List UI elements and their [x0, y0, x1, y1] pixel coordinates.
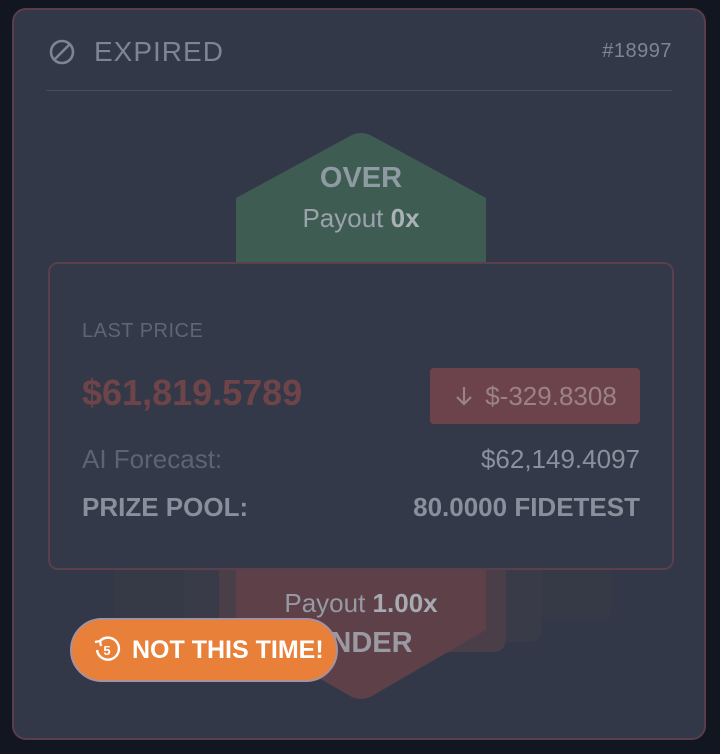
arrow-down-icon — [456, 387, 472, 406]
status-label: EXPIRED — [94, 36, 224, 67]
countdown-5-icon: 5 — [94, 636, 121, 661]
ban-icon — [49, 39, 75, 65]
result-toast[interactable]: 5 NOT THIS TIME! — [70, 618, 338, 682]
under-payout: Payout 1.00x — [236, 588, 486, 619]
round-id: #18997 — [602, 40, 672, 62]
last-price-label: LAST PRICE — [82, 320, 204, 342]
price-delta-badge: $-329.8308 — [430, 368, 640, 424]
prize-pool-value: 80.0000 FIDETEST — [413, 492, 640, 522]
over-label: OVER — [319, 162, 403, 194]
toast-label: NOT THIS TIME! — [132, 635, 324, 664]
card-header: EXPIRED #18997 — [46, 32, 672, 91]
round-status: EXPIRED — [48, 32, 224, 72]
under-payout-label: Payout — [284, 588, 366, 618]
prize-pool-label: PRIZE POOL: — [82, 492, 249, 522]
over-option: OVER Payout 0x — [236, 162, 486, 234]
forecast-value: $62,149.4097 — [480, 444, 640, 474]
over-payout: Payout 0x — [236, 203, 486, 234]
forecast-label: AI Forecast: — [82, 444, 223, 474]
svg-text:5: 5 — [103, 643, 110, 658]
over-payout-value: 0x — [390, 203, 420, 233]
under-payout-value: 1.00x — [372, 588, 438, 618]
over-payout-label: Payout — [302, 203, 384, 233]
price-panel: LAST PRICE $61,819.5789 $-329.8308 AI Fo… — [48, 262, 674, 570]
price-delta-value: $-329.8308 — [485, 380, 617, 411]
last-price-value: $61,819.5789 — [82, 372, 303, 413]
